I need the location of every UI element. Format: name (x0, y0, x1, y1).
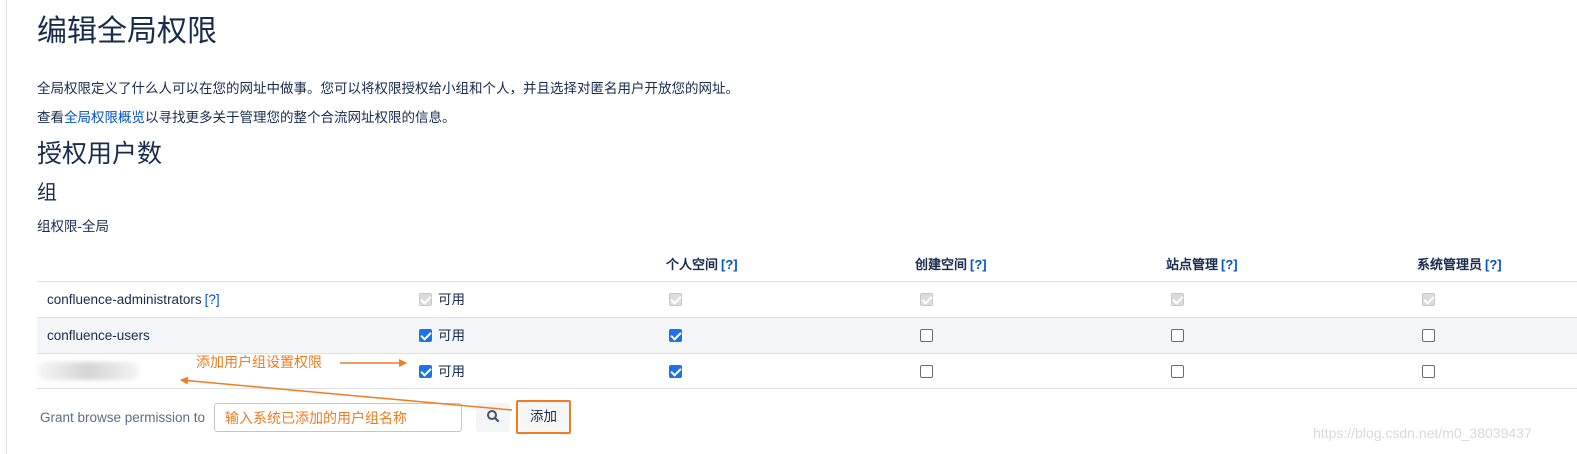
watermark: https://blog.csdn.net/m0_38039437 (1313, 425, 1532, 441)
annotation-arrows (180, 359, 513, 411)
